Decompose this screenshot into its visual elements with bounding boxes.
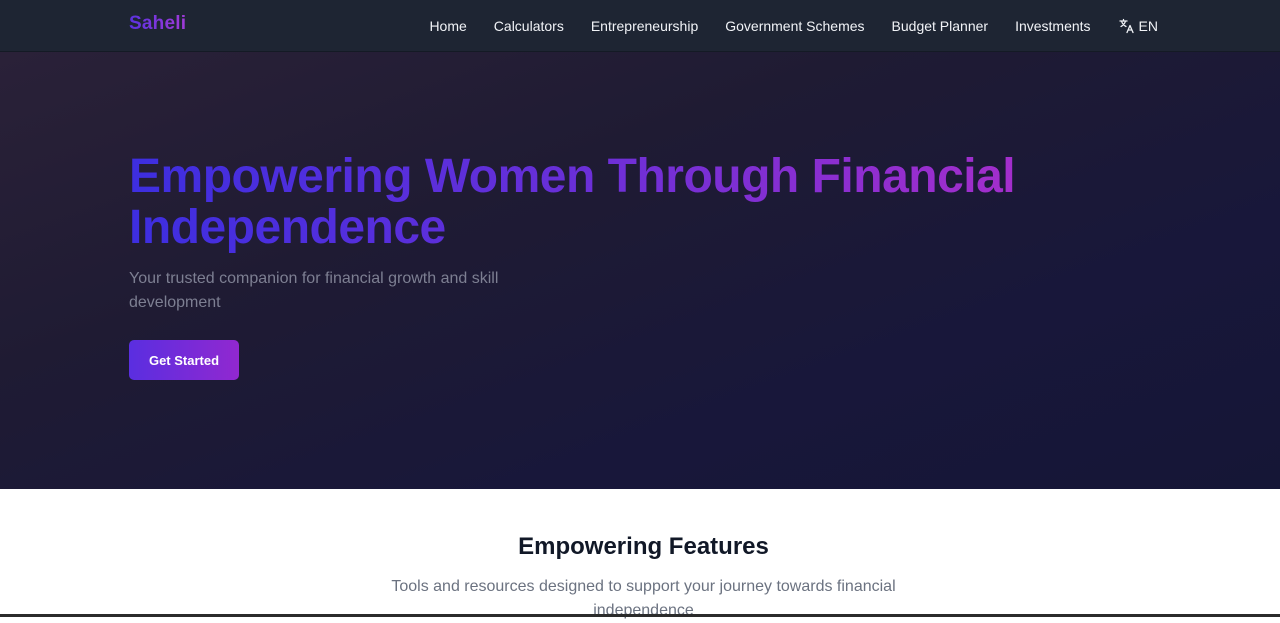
- brand-logo[interactable]: Saheli: [129, 13, 186, 35]
- nav-item-budget-planner[interactable]: Budget Planner: [892, 18, 989, 34]
- language-switcher[interactable]: EN: [1118, 18, 1158, 34]
- language-label: EN: [1138, 18, 1158, 34]
- nav-item-government-schemes[interactable]: Government Schemes: [725, 18, 864, 34]
- nav-links: Home Calculators Entrepreneurship Govern…: [402, 0, 1158, 52]
- hero-subtitle: Your trusted companion for financial gro…: [129, 270, 499, 311]
- translate-icon: [1118, 18, 1134, 34]
- nav-item-entrepreneurship[interactable]: Entrepreneurship: [591, 18, 698, 34]
- get-started-button[interactable]: Get Started: [129, 340, 239, 380]
- nav-item-calculators[interactable]: Calculators: [494, 18, 564, 34]
- features-title: Empowering Features: [518, 533, 769, 560]
- nav-item-home[interactable]: Home: [429, 18, 466, 34]
- nav-item-investments[interactable]: Investments: [1015, 18, 1090, 34]
- navbar: Saheli Home Calculators Entrepreneurship…: [0, 0, 1280, 52]
- hero-section: Empowering Women Through Financial Indep…: [0, 52, 1280, 489]
- hero-title: Empowering Women Through Financial Indep…: [129, 151, 1129, 253]
- features-section: Empowering Features Tools and resources …: [0, 489, 1280, 619]
